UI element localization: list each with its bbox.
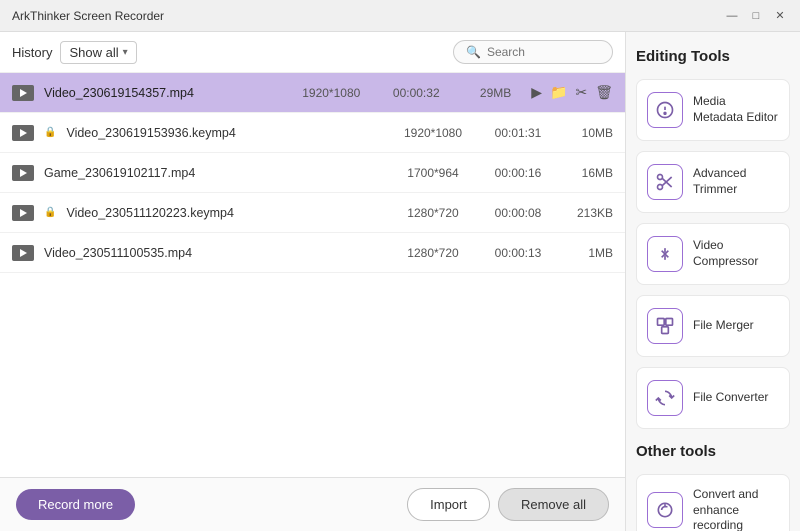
tool-label: Video Compressor bbox=[693, 238, 779, 269]
tool-file-merger[interactable]: File Merger bbox=[636, 295, 790, 357]
file-resolution: 1700*964 bbox=[393, 166, 473, 180]
file-duration: 00:00:32 bbox=[381, 86, 451, 100]
video-compressor-icon bbox=[647, 236, 683, 272]
table-row[interactable]: Video_230619154357.mp4 1920*1080 00:00:3… bbox=[0, 73, 625, 113]
file-name: Game_230619102117.mp4 bbox=[44, 166, 383, 180]
titlebar: ArkThinker Screen Recorder — □ ✕ bbox=[0, 0, 800, 32]
tool-label: File Converter bbox=[693, 390, 768, 406]
maximize-button[interactable]: □ bbox=[748, 8, 764, 24]
chevron-down-icon: ▾ bbox=[123, 47, 128, 58]
file-merger-icon bbox=[647, 308, 683, 344]
search-input[interactable] bbox=[487, 45, 607, 59]
bottom-bar: Record more Import Remove all bbox=[0, 477, 625, 531]
minimize-button[interactable]: — bbox=[724, 8, 740, 24]
folder-icon[interactable]: 📁 bbox=[550, 84, 567, 101]
tool-advanced-trimmer[interactable]: Advanced Trimmer bbox=[636, 151, 790, 213]
table-row[interactable]: 🔒 Video_230619153936.keymp4 1920*1080 00… bbox=[0, 113, 625, 153]
video-thumbnail-icon bbox=[12, 205, 34, 221]
editing-tools-title: Editing Tools bbox=[636, 48, 790, 65]
table-row[interactable]: 🔒 Video_230511120223.keymp4 1280*720 00:… bbox=[0, 193, 625, 233]
remove-all-button[interactable]: Remove all bbox=[498, 488, 609, 521]
video-thumbnail-icon bbox=[12, 125, 34, 141]
file-duration: 00:00:16 bbox=[483, 166, 553, 180]
tool-label: Advanced Trimmer bbox=[693, 166, 779, 197]
app-title: ArkThinker Screen Recorder bbox=[12, 9, 164, 23]
close-button[interactable]: ✕ bbox=[772, 8, 788, 24]
file-size: 29MB bbox=[461, 86, 511, 100]
file-name: Video_230511120223.keymp4 bbox=[66, 206, 383, 220]
video-thumbnail-icon bbox=[12, 245, 34, 261]
table-row[interactable]: Game_230619102117.mp4 1700*964 00:00:16 … bbox=[0, 153, 625, 193]
file-duration: 00:00:08 bbox=[483, 206, 553, 220]
tool-video-compressor[interactable]: Video Compressor bbox=[636, 223, 790, 285]
file-resolution: 1920*1080 bbox=[291, 86, 371, 100]
left-panel: History Show all ▾ 🔍 Video_230619154357.… bbox=[0, 32, 626, 531]
file-actions: ▶ 📁 ✂ 🗑 bbox=[531, 84, 613, 101]
search-box: 🔍 bbox=[453, 40, 613, 64]
media-metadata-editor-icon bbox=[647, 92, 683, 128]
file-converter-icon bbox=[647, 380, 683, 416]
search-icon: 🔍 bbox=[466, 45, 481, 59]
delete-icon[interactable]: 🗑 bbox=[595, 84, 613, 101]
video-thumbnail-icon bbox=[12, 85, 34, 101]
tool-file-converter[interactable]: File Converter bbox=[636, 367, 790, 429]
other-tools-title: Other tools bbox=[636, 443, 790, 460]
tool-media-metadata-editor[interactable]: Media Metadata Editor bbox=[636, 79, 790, 141]
lock-icon: 🔒 bbox=[44, 207, 56, 218]
table-row[interactable]: Video_230511100535.mp4 1280*720 00:00:13… bbox=[0, 233, 625, 273]
file-resolution: 1920*1080 bbox=[393, 126, 473, 140]
show-all-dropdown[interactable]: Show all ▾ bbox=[60, 41, 136, 64]
video-thumbnail-icon bbox=[12, 165, 34, 181]
file-name: Video_230619154357.mp4 bbox=[44, 86, 281, 100]
file-size: 1MB bbox=[563, 246, 613, 260]
file-size: 10MB bbox=[563, 126, 613, 140]
advanced-trimmer-icon bbox=[647, 164, 683, 200]
window-controls: — □ ✕ bbox=[724, 8, 788, 24]
file-duration: 00:00:13 bbox=[483, 246, 553, 260]
tool-label: Media Metadata Editor bbox=[693, 94, 779, 125]
main-container: History Show all ▾ 🔍 Video_230619154357.… bbox=[0, 32, 800, 531]
file-duration: 00:01:31 bbox=[483, 126, 553, 140]
history-label: History bbox=[12, 45, 52, 60]
play-icon[interactable]: ▶ bbox=[531, 84, 542, 101]
show-all-label: Show all bbox=[69, 45, 118, 60]
tool-convert-enhance[interactable]: Convert and enhance recording bbox=[636, 474, 790, 531]
right-panel: Editing Tools Media Metadata Editor bbox=[626, 32, 800, 531]
record-more-button[interactable]: Record more bbox=[16, 489, 135, 520]
trim-icon[interactable]: ✂ bbox=[575, 84, 587, 101]
file-size: 16MB bbox=[563, 166, 613, 180]
file-list: Video_230619154357.mp4 1920*1080 00:00:3… bbox=[0, 73, 625, 477]
import-button[interactable]: Import bbox=[407, 488, 490, 521]
file-resolution: 1280*720 bbox=[393, 246, 473, 260]
file-name: Video_230619153936.keymp4 bbox=[66, 126, 383, 140]
file-name: Video_230511100535.mp4 bbox=[44, 246, 383, 260]
tool-label: File Merger bbox=[693, 318, 754, 334]
toolbar: History Show all ▾ 🔍 bbox=[0, 32, 625, 73]
file-resolution: 1280*720 bbox=[393, 206, 473, 220]
lock-icon: 🔒 bbox=[44, 127, 56, 138]
tool-label: Convert and enhance recording bbox=[693, 487, 779, 531]
convert-enhance-icon bbox=[647, 492, 683, 528]
file-size: 213KB bbox=[563, 206, 613, 220]
